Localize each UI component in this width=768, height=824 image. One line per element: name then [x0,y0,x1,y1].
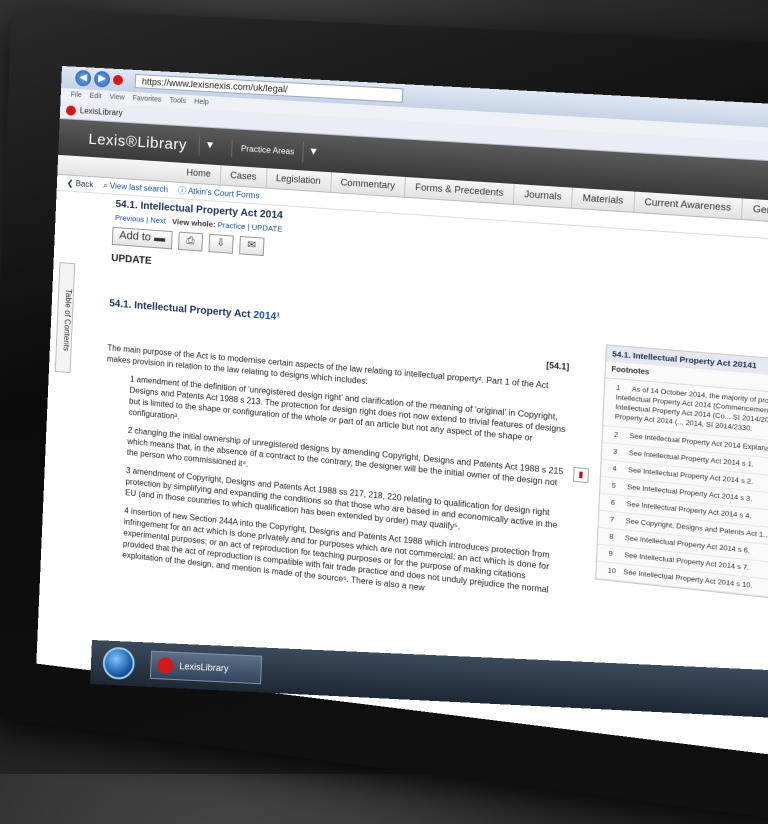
folder-icon: ▬ [153,231,166,245]
back-arrow-icon[interactable]: ◀ [74,69,92,87]
email-icon[interactable]: ✉ [238,235,265,257]
update-link[interactable]: UPDATE [251,222,282,233]
menu-edit[interactable]: Edit [90,93,102,101]
tab-cases[interactable]: Cases [220,165,268,188]
menu-tools[interactable]: Tools [169,97,186,105]
menu-favorites[interactable]: Favorites [132,95,161,104]
brand-logo[interactable]: Lexis®Library [88,130,187,153]
next-link[interactable]: Next [150,215,166,225]
add-to-label: Add to [118,229,152,244]
back-chevron-icon: ❮ [66,178,76,189]
tab-home[interactable]: Home [176,162,222,185]
taskbar-item-label: LexisLibrary [179,661,229,674]
menu-view[interactable]: View [109,94,124,102]
practice-link[interactable]: Practice [217,220,245,231]
site-favicon-icon [112,74,124,86]
browser-tab[interactable]: LexisLibrary [80,106,123,118]
chevron-down-icon[interactable]: ▼ [198,135,221,157]
add-to-button[interactable]: Add to ▬ [111,226,173,250]
app-icon [157,657,174,674]
tab-journals[interactable]: Journals [513,183,574,208]
taskbar-item-lexislibrary[interactable]: LexisLibrary [149,650,263,685]
tab-favicon-icon [65,104,77,116]
previous-link[interactable]: Previous [115,213,145,224]
practice-areas-menu[interactable]: Practice Areas [231,138,303,161]
view-whole-label: View whole: [171,216,216,230]
print-icon[interactable]: ⎙ [177,231,203,252]
back-label: Back [75,179,94,190]
menu-help[interactable]: Help [194,98,209,106]
tab-legislation[interactable]: Legislation [266,168,332,192]
start-button[interactable] [102,646,136,681]
back-button[interactable]: ❮ Back [67,178,94,189]
tab-materials[interactable]: Materials [572,187,635,212]
menu-file[interactable]: File [70,92,81,100]
chevron-down-icon[interactable]: ▼ [302,141,324,164]
download-icon[interactable]: ⇩ [208,233,234,254]
view-last-search-label: View last search [109,180,169,194]
atkins-label: Atkin's Court Forms [187,186,260,201]
tab-general[interactable]: Genera [742,198,768,223]
forward-arrow-icon[interactable]: ▶ [93,70,111,88]
view-last-search-link[interactable]: ⌕ View last search [103,180,168,194]
